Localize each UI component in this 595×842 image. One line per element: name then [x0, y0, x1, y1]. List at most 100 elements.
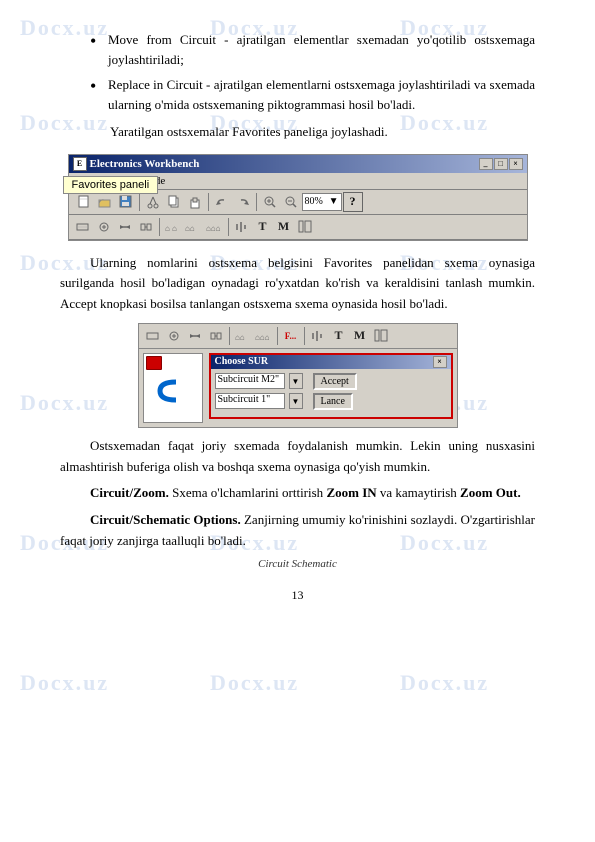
tb-r1-btn6[interactable]: ⌂⌂	[184, 217, 204, 237]
dlg-tb7[interactable]: F...	[281, 326, 301, 346]
dlg-sep1	[229, 327, 230, 345]
c-shape-svg	[152, 376, 182, 406]
tb-r1-M[interactable]: M	[274, 217, 294, 237]
choose-btns-2: Lance	[311, 393, 353, 410]
choose-body: Subcircuit M2" ▼ Accept Subcircuit 1" ▼	[211, 369, 451, 417]
tb-r1-btn5[interactable]: ⌂⌂	[163, 217, 183, 237]
dlg-tb2[interactable]	[164, 326, 184, 346]
para3-label: Circuit/Zoom.	[90, 485, 169, 500]
dialog-area: ⌂⌂ ⌂⌂⌂ F... T M	[60, 323, 535, 428]
choose-dialog: Choose SUR × Subcircuit M2" ▼ Accept	[209, 353, 453, 419]
tb-r1-btn1[interactable]	[73, 217, 93, 237]
dlg-tb-M[interactable]: M	[350, 326, 370, 346]
tb-r1-btn2[interactable]	[94, 217, 114, 237]
window-icon: E	[73, 157, 87, 171]
dlg-tb-T[interactable]: T	[329, 326, 349, 346]
window-titlebar: E Electronics Workbench _ □ ×	[69, 155, 527, 173]
zoom-arrow-icon: ▼	[329, 196, 339, 207]
choose-row-1: Subcircuit M2" ▼ Accept	[215, 373, 447, 390]
dlg-sep2	[277, 327, 278, 345]
para4-label: Circuit/Schematic Options.	[90, 512, 241, 527]
svg-text:⌂: ⌂	[172, 224, 177, 233]
tb-copy[interactable]	[164, 192, 184, 212]
tb-cut[interactable]	[143, 192, 163, 212]
bullet-item-1: • Move from Circuit - ajratilgan element…	[90, 30, 535, 69]
dlg-tb1[interactable]	[143, 326, 163, 346]
bullet-text-1: Move from Circuit - ajratilgan elementla…	[108, 30, 535, 69]
choose-titlebar: Choose SUR ×	[211, 355, 451, 369]
close-button[interactable]: ×	[509, 158, 523, 170]
dlg-tb3[interactable]	[185, 326, 205, 346]
dlg-tb4[interactable]	[206, 326, 226, 346]
tb-zoom-out[interactable]	[281, 192, 301, 212]
choose-controls: ×	[433, 356, 447, 368]
svg-text:⌂⌂⌂: ⌂⌂⌂	[255, 333, 270, 342]
dlg-tb-grid[interactable]	[371, 326, 391, 346]
tb-r1-btn4[interactable]	[136, 217, 156, 237]
paragraph-3: Circuit/Zoom. Sxema o'lchamlarini orttir…	[60, 483, 535, 504]
screenshot-area: E Electronics Workbench _ □ × File nsow …	[60, 154, 535, 241]
svg-text:⌂: ⌂	[165, 224, 170, 233]
tb-r1-T[interactable]: T	[253, 217, 273, 237]
minimize-button[interactable]: _	[479, 158, 493, 170]
watermark: Docx.uz	[210, 670, 299, 696]
dialog-outer: ⌂⌂ ⌂⌂⌂ F... T M	[138, 323, 458, 428]
dlg-tb6[interactable]: ⌂⌂⌂	[254, 326, 274, 346]
page-number: 13	[60, 588, 535, 603]
tb2-sep2	[228, 218, 229, 236]
para3-zoom-out: Zoom Out.	[460, 485, 521, 500]
dlg-tb8[interactable]	[308, 326, 328, 346]
tb-open[interactable]	[95, 192, 115, 212]
zoom-dropdown[interactable]: 80% ▼	[302, 193, 342, 211]
svg-text:⌂⌂⌂: ⌂⌂⌂	[206, 224, 221, 233]
choose-arrow-2[interactable]: ▼	[289, 393, 303, 409]
watermark: Docx.uz	[400, 670, 489, 696]
lance-button[interactable]: Lance	[313, 393, 353, 410]
dialog-left-icons	[144, 354, 202, 372]
red-icon	[146, 356, 162, 370]
bullet-dot-1: •	[90, 30, 108, 53]
tb-r1-rotate[interactable]	[232, 217, 252, 237]
tb-zoom-in[interactable]	[260, 192, 280, 212]
tb-r1-btn3[interactable]	[115, 217, 135, 237]
tb-save[interactable]	[116, 192, 136, 212]
choose-close[interactable]: ×	[433, 356, 447, 368]
toolbar: Favorites paneli	[69, 190, 527, 215]
zoom-value: 80%	[305, 196, 323, 207]
main-content: • Move from Circuit - ajratilgan element…	[60, 30, 535, 603]
choose-row-2: Subcircuit 1" ▼ Lance	[215, 393, 447, 410]
choose-title: Choose SUR	[215, 356, 269, 367]
toolbar-sep-1	[139, 193, 140, 211]
tb-new[interactable]	[74, 192, 94, 212]
tb-redo[interactable]	[233, 192, 253, 212]
maximize-button[interactable]: □	[494, 158, 508, 170]
titlebar-left: E Electronics Workbench	[73, 157, 200, 171]
window-controls: _ □ ×	[479, 158, 523, 170]
tb2-sep1	[159, 218, 160, 236]
choose-arrow-1[interactable]: ▼	[289, 373, 303, 389]
dlg-tb5[interactable]: ⌂⌂	[233, 326, 253, 346]
toolbar-row2: ⌂⌂ ⌂⌂ ⌂⌂⌂ T M	[69, 215, 527, 240]
window-title: Electronics Workbench	[90, 158, 200, 170]
window-outer: E Electronics Workbench _ □ × File nsow …	[68, 154, 528, 241]
circuit-schematic-label: Circuit Schematic	[60, 558, 535, 570]
help-button[interactable]: ?	[343, 192, 363, 212]
bullet-item-2: • Replace in Circuit - ajratilgan elemen…	[90, 75, 535, 114]
tb-paste[interactable]	[185, 192, 205, 212]
svg-text:⌂⌂: ⌂⌂	[185, 224, 195, 233]
tb-undo[interactable]	[212, 192, 232, 212]
dialog-left-panel	[143, 353, 203, 423]
svg-text:⌂⌂: ⌂⌂	[235, 333, 245, 342]
paragraph-4: Circuit/Schematic Options. Zanjirning um…	[60, 510, 535, 552]
watermark: Docx.uz	[20, 670, 109, 696]
para3-rest: Sxema o'lchamlarini orttirish	[169, 485, 327, 500]
choose-input-1[interactable]: Subcircuit M2"	[215, 373, 285, 389]
para3-mid: va kamaytirish	[377, 485, 460, 500]
tb-r1-btn7[interactable]: ⌂⌂⌂	[205, 217, 225, 237]
accept-button[interactable]: Accept	[313, 373, 357, 390]
c-shape-container	[144, 372, 202, 414]
choose-input-2[interactable]: Subcircuit 1"	[215, 393, 285, 409]
bullet-text-2: Replace in Circuit - ajratilgan elementl…	[108, 75, 535, 114]
toolbar-sep-3	[256, 193, 257, 211]
tb-r1-grid[interactable]	[295, 217, 315, 237]
